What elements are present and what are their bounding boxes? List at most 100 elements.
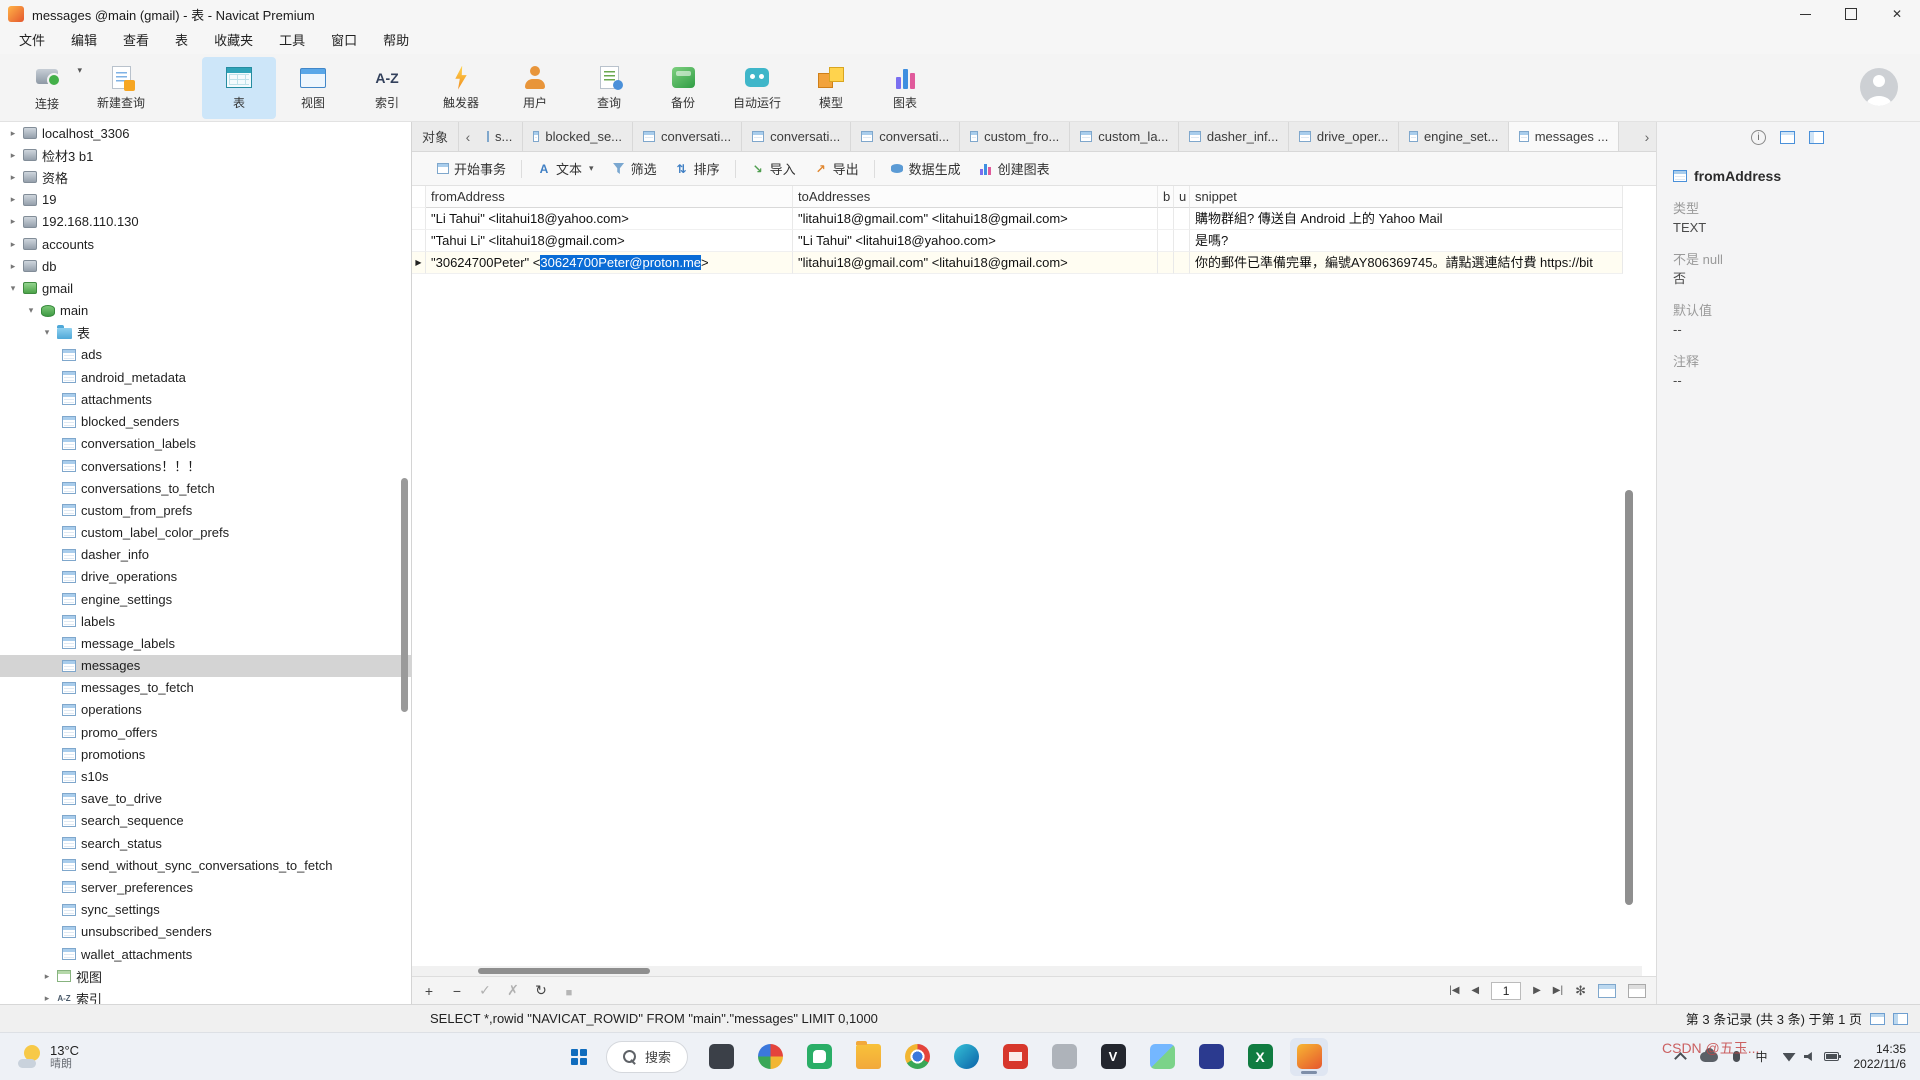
toolbar-model[interactable]: 模型 xyxy=(794,57,868,119)
tab-custom-from[interactable]: custom_fro... xyxy=(960,122,1070,151)
tab-drive-operations[interactable]: drive_oper... xyxy=(1289,122,1399,151)
chevron-right-icon[interactable] xyxy=(42,993,52,1004)
form-view-toggle[interactable] xyxy=(1628,984,1646,998)
menu-help[interactable]: 帮助 xyxy=(370,28,422,54)
column-header-fromAddress[interactable]: fromAddress xyxy=(426,186,793,208)
delete-record-button[interactable] xyxy=(450,983,464,999)
tab-partial[interactable]: s... xyxy=(477,122,523,151)
sidebar-table[interactable]: messages_to_fetch xyxy=(0,677,411,699)
sidebar-table[interactable]: android_metadata xyxy=(0,366,411,388)
network-volume-battery-group[interactable] xyxy=(1783,1052,1839,1062)
sidebar-connection[interactable]: db xyxy=(0,255,411,277)
vertical-scrollbar[interactable] xyxy=(1625,490,1633,905)
column-header-snippet[interactable]: snippet xyxy=(1190,186,1623,208)
sidebar-table[interactable]: send_without_sync_conversations_to_fetch xyxy=(0,854,411,876)
toolbar-user[interactable]: 用户 xyxy=(498,57,572,119)
sidebar-table[interactable]: save_to_drive xyxy=(0,788,411,810)
apply-changes-button[interactable] xyxy=(478,982,492,999)
clock[interactable]: 14:35 2022/11/6 xyxy=(1854,1042,1907,1072)
menu-edit[interactable]: 编辑 xyxy=(58,28,110,54)
photos-app-icon[interactable] xyxy=(1143,1038,1181,1076)
tab-objects[interactable]: 对象 xyxy=(412,122,459,151)
toolbar-new-query[interactable]: 新建查询 xyxy=(84,57,158,119)
text-mode-button[interactable]: A文本▾ xyxy=(528,156,603,182)
sidebar-connection[interactable]: 资格 xyxy=(0,166,411,188)
grid-view-toggle[interactable] xyxy=(1598,984,1616,998)
grid-row[interactable]: "Tahui Li" <litahui18@gmail.com> "Li Tah… xyxy=(412,230,1623,252)
sidebar-table[interactable]: unsubscribed_senders xyxy=(0,921,411,943)
sidebar-scrollbar[interactable] xyxy=(401,478,408,712)
cell-b[interactable] xyxy=(1158,230,1174,252)
first-page-button[interactable] xyxy=(1449,985,1459,996)
menu-view[interactable]: 查看 xyxy=(110,28,162,54)
sidebar-table[interactable]: custom_label_color_prefs xyxy=(0,521,411,543)
previous-page-button[interactable] xyxy=(1471,985,1479,996)
user-avatar[interactable] xyxy=(1860,68,1898,106)
form-panel-icon[interactable] xyxy=(1809,131,1824,144)
toolbar-query[interactable]: 查询 xyxy=(572,57,646,119)
chevron-right-icon[interactable] xyxy=(42,971,52,982)
refresh-button[interactable] xyxy=(534,982,548,999)
cell-fromAddress-editing[interactable]: "30624700Peter" <30624700Peter@proton.me… xyxy=(426,252,793,274)
next-page-button[interactable] xyxy=(1533,985,1541,996)
data-generation-button[interactable]: 数据生成 xyxy=(881,156,970,182)
sidebar-table[interactable]: dasher_info xyxy=(0,544,411,566)
last-page-button[interactable] xyxy=(1553,985,1563,996)
sidebar-table[interactable]: attachments xyxy=(0,388,411,410)
cell-snippet[interactable]: 是嗎? xyxy=(1190,230,1623,252)
chrome-icon[interactable] xyxy=(898,1038,936,1076)
v-app-icon[interactable] xyxy=(1094,1038,1132,1076)
sidebar-table[interactable]: message_labels xyxy=(0,632,411,654)
sidebar-table[interactable]: promotions xyxy=(0,743,411,765)
tab-blocked-senders[interactable]: blocked_se... xyxy=(523,122,633,151)
grid-row[interactable]: "Li Tahui" <litahui18@yahoo.com> "litahu… xyxy=(412,208,1623,230)
stop-button[interactable] xyxy=(562,983,576,999)
sidebar-table-ads[interactable]: ads xyxy=(0,344,411,366)
tab-scroll-left-icon[interactable] xyxy=(459,122,477,151)
pdf-app-icon[interactable] xyxy=(996,1038,1034,1076)
menu-favorites[interactable]: 收藏夹 xyxy=(201,28,266,54)
sidebar-table[interactable]: s10s xyxy=(0,765,411,787)
menu-window[interactable]: 窗口 xyxy=(318,28,370,54)
cell-fromAddress[interactable]: "Tahui Li" <litahui18@gmail.com> xyxy=(426,230,793,252)
sidebar-tables-folder[interactable]: 表 xyxy=(0,322,411,344)
chevron-right-icon[interactable] xyxy=(8,216,18,227)
cell-u[interactable] xyxy=(1174,208,1190,230)
sidebar-views-node[interactable]: 视图 xyxy=(0,965,411,987)
maximize-button[interactable] xyxy=(1828,0,1874,28)
sidebar-table[interactable]: labels xyxy=(0,610,411,632)
begin-transaction-button[interactable]: 开始事务 xyxy=(428,156,515,182)
cell-toAddresses[interactable]: "litahui18@gmail.com" <litahui18@gmail.c… xyxy=(793,208,1158,230)
browser-app-icon[interactable] xyxy=(751,1038,789,1076)
menu-tools[interactable]: 工具 xyxy=(266,28,318,54)
sidebar-table[interactable]: wallet_attachments xyxy=(0,943,411,965)
form-view-icon[interactable] xyxy=(1893,1013,1908,1025)
weather-widget[interactable]: 13°C 晴朗 xyxy=(10,1033,87,1080)
cell-fromAddress[interactable]: "Li Tahui" <litahui18@yahoo.com> xyxy=(426,208,793,230)
chevron-right-icon[interactable] xyxy=(8,128,18,139)
sidebar-table[interactable]: server_preferences xyxy=(0,876,411,898)
info-icon[interactable] xyxy=(1751,130,1766,145)
export-button[interactable]: ↗导出 xyxy=(805,156,868,182)
chevron-right-icon[interactable] xyxy=(8,239,18,250)
cell-snippet[interactable]: 購物群組? 傳送自 Android 上的 Yahoo Mail xyxy=(1190,208,1623,230)
toolbar-view[interactable]: 视图 xyxy=(276,57,350,119)
toolbar-backup[interactable]: 备份 xyxy=(646,57,720,119)
cell-toAddresses[interactable]: "Li Tahui" <litahui18@yahoo.com> xyxy=(793,230,1158,252)
tab-conversation[interactable]: conversati... xyxy=(742,122,851,151)
filter-button[interactable]: 筛选 xyxy=(603,156,666,182)
start-button[interactable] xyxy=(562,1040,596,1074)
sidebar-connection[interactable]: accounts xyxy=(0,233,411,255)
cell-u[interactable] xyxy=(1174,252,1190,274)
toolbar-connection[interactable]: 连接 xyxy=(10,57,84,119)
chevron-right-icon[interactable] xyxy=(8,150,18,161)
sidebar-connection[interactable]: 19 xyxy=(0,189,411,211)
sidebar-table[interactable]: engine_settings xyxy=(0,588,411,610)
tab-scroll-right-icon[interactable] xyxy=(1638,122,1656,151)
sidebar-table-messages-selected[interactable]: messages xyxy=(0,655,411,677)
sidebar-table[interactable]: promo_offers xyxy=(0,721,411,743)
selected-text[interactable]: 30624700Peter@proton.me xyxy=(540,255,701,270)
menu-table[interactable]: 表 xyxy=(162,28,201,54)
sidebar-table[interactable]: sync_settings xyxy=(0,899,411,921)
tab-messages-active[interactable]: messages ... xyxy=(1509,122,1619,151)
